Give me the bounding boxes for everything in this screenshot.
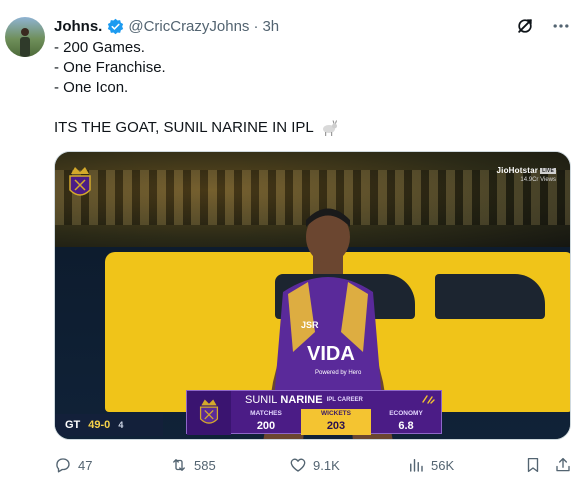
stat-matches: MATCHES 200 <box>231 409 301 435</box>
sparkle-icon <box>422 395 435 404</box>
views-button[interactable]: 56K <box>407 456 454 474</box>
tweet-line-2: - One Franchise. <box>54 59 166 76</box>
like-count: 9.1K <box>313 457 340 473</box>
heart-icon <box>290 458 306 472</box>
broadcaster-name: JioHotstar <box>496 166 539 175</box>
tweet-media-video[interactable]: JSR VIDA Powered by Hero JioHotstar LIVE … <box>54 151 571 440</box>
stat-card-stats: MATCHES 200 WICKETS 203 ECONOMY 6.8 <box>231 409 441 435</box>
verified-badge-icon <box>108 18 124 34</box>
grok-icon[interactable] <box>515 16 535 36</box>
live-badge: LIVE <box>540 167 556 174</box>
tweet-timestamp[interactable]: 3h <box>262 18 279 35</box>
stat-value: 203 <box>326 420 346 432</box>
reply-button[interactable]: 47 <box>54 456 92 474</box>
kkr-emblem-icon <box>199 399 219 424</box>
tweet-text: - 200 Games. - One Franchise. - One Icon… <box>54 38 564 138</box>
broadcaster-watermark: JioHotstar LIVE 14.9Cr Views <box>497 166 556 183</box>
share-icon <box>556 457 570 472</box>
retweet-count: 585 <box>194 457 216 473</box>
kkr-logo-icon <box>69 167 91 196</box>
tweet-line-1: - 200 Games. <box>54 39 145 56</box>
tweet-card[interactable]: Johns. @CricCrazyJohns · 3h - 200 Games.… <box>0 0 583 484</box>
author-handle[interactable]: @CricCrazyJohns <box>128 18 249 35</box>
score-team: GT <box>65 419 81 431</box>
stat-label: ECONOMY <box>389 410 423 417</box>
views-count: 56K <box>431 457 455 473</box>
tweet-headline: ITS THE GOAT, SUNIL NARINE IN IPL <box>54 119 314 136</box>
views-icon <box>410 459 423 472</box>
retweet-icon <box>173 459 185 471</box>
share-button[interactable] <box>554 456 572 474</box>
retweet-button[interactable]: 585 <box>170 456 216 474</box>
broadcast-views: 14.9Cr Views <box>520 177 556 183</box>
player-first-name: SUNIL <box>245 394 278 406</box>
more-icon[interactable] <box>551 16 571 36</box>
jersey-sub: Powered by Hero <box>315 370 362 376</box>
tweet-actions-bar: 47 585 9.1K 56K <box>54 454 571 476</box>
tweet-headline-row: ITS THE GOAT, SUNIL NARINE IN IPL <box>54 118 564 138</box>
avatar[interactable] <box>5 17 45 57</box>
stat-value: 200 <box>256 420 276 432</box>
reply-icon <box>56 458 70 473</box>
player-last-name: NARINE <box>280 394 323 406</box>
like-button[interactable]: 9.1K <box>289 456 340 474</box>
author-display-name[interactable]: Johns. <box>54 18 102 35</box>
stat-label: MATCHES <box>250 410 282 417</box>
jersey-sponsor: VIDA <box>307 343 355 365</box>
score-value: 49-0 <box>88 419 111 431</box>
avatar-person-icon <box>20 28 30 57</box>
reply-count: 47 <box>78 457 93 473</box>
stat-wickets: WICKETS 203 <box>301 409 371 435</box>
goat-emoji-icon <box>322 120 337 136</box>
tweet-line-3: - One Icon. <box>54 79 129 96</box>
svg-text:JSR: JSR <box>301 320 319 330</box>
top-actions <box>515 16 571 36</box>
stat-value: 6.8 <box>398 420 414 432</box>
score-bug: GT 49-0 4 <box>55 414 163 436</box>
stat-label: WICKETS <box>321 410 351 417</box>
header-separator: · <box>253 17 259 35</box>
player-stat-card: SUNIL NARINE IPL CAREER MATCHES 200 WICK… <box>186 390 442 435</box>
bookmark-button[interactable] <box>524 456 542 474</box>
stat-card-emblem <box>187 391 231 435</box>
stat-economy: ECONOMY 6.8 <box>371 409 441 435</box>
stat-card-subtitle: IPL CAREER <box>326 397 363 403</box>
bookmark-icon <box>527 457 539 473</box>
score-overs: 4 <box>118 420 124 430</box>
tweet-header: Johns. @CricCrazyJohns · 3h <box>54 16 279 36</box>
